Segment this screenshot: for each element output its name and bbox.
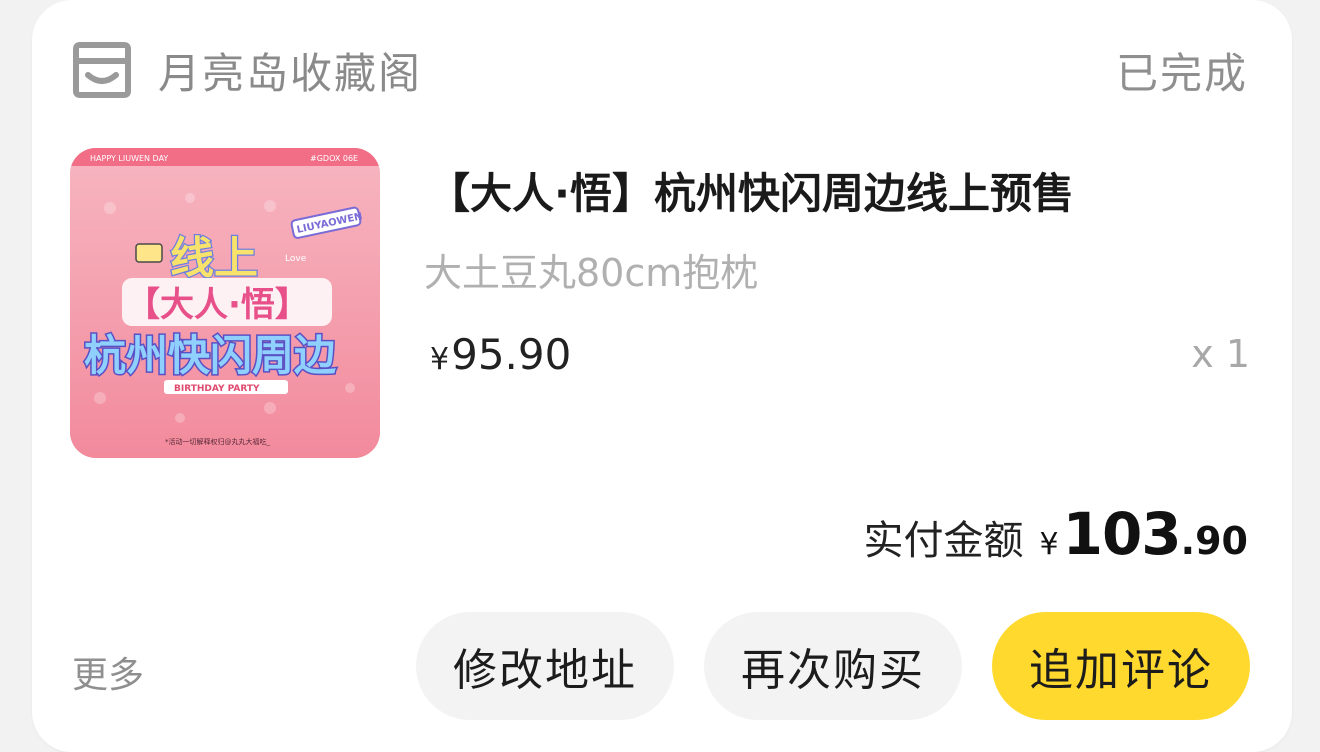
thumb-line3: 杭州快闪周边 bbox=[84, 331, 337, 380]
thumb-top-right: #GDOX 06E bbox=[310, 154, 358, 163]
shop-icon bbox=[73, 42, 131, 98]
total-currency: ¥ bbox=[1039, 527, 1059, 562]
order-card[interactable]: 月亮岛收藏阁 已完成 HAPPY LIUWEN DAY #GDOX 06E LI… bbox=[32, 0, 1292, 752]
product-thumbnail[interactable]: HAPPY LIUWEN DAY #GDOX 06E LIUYAOWEN Lov… bbox=[70, 148, 380, 458]
thumb-top-left: HAPPY LIUWEN DAY bbox=[90, 154, 168, 163]
edit-address-button[interactable]: 修改地址 bbox=[416, 612, 674, 720]
thumb-ribbon: BIRTHDAY PARTY bbox=[174, 384, 260, 394]
total-decimal: .90 bbox=[1180, 519, 1248, 563]
product-title[interactable]: 【大人·悟】杭州快闪周边线上预售 bbox=[428, 160, 1074, 221]
shop-header[interactable]: 月亮岛收藏阁 bbox=[72, 40, 422, 100]
thumb-line1: 线上 bbox=[170, 233, 258, 284]
thumb-footer: *活动一切解释权归@丸丸大福吃_ bbox=[165, 437, 270, 446]
product-quantity: x 1 bbox=[1191, 332, 1250, 376]
total-integer: 103 bbox=[1062, 500, 1182, 568]
order-status: 已完成 bbox=[1115, 49, 1248, 98]
more-button[interactable]: 更多 bbox=[72, 646, 144, 698]
shop-name[interactable]: 月亮岛收藏阁 bbox=[158, 40, 422, 101]
add-review-button[interactable]: 追加评论 bbox=[992, 612, 1250, 720]
price-value: 95.90 bbox=[451, 330, 572, 379]
product-price: ¥95.90 bbox=[430, 330, 571, 379]
total-label: 实付金额 bbox=[863, 518, 1024, 564]
thumb-love: Love bbox=[285, 254, 307, 264]
thumb-line2: 【大人·悟】 bbox=[126, 285, 309, 325]
price-currency: ¥ bbox=[430, 342, 450, 377]
buy-again-button[interactable]: 再次购买 bbox=[704, 612, 962, 720]
thumbnail-art: HAPPY LIUWEN DAY #GDOX 06E LIUYAOWEN Lov… bbox=[70, 148, 380, 458]
order-total: 实付金额 ¥ 103 .90 bbox=[864, 500, 1249, 568]
product-spec: 大土豆丸80cm抱枕 bbox=[424, 251, 759, 295]
